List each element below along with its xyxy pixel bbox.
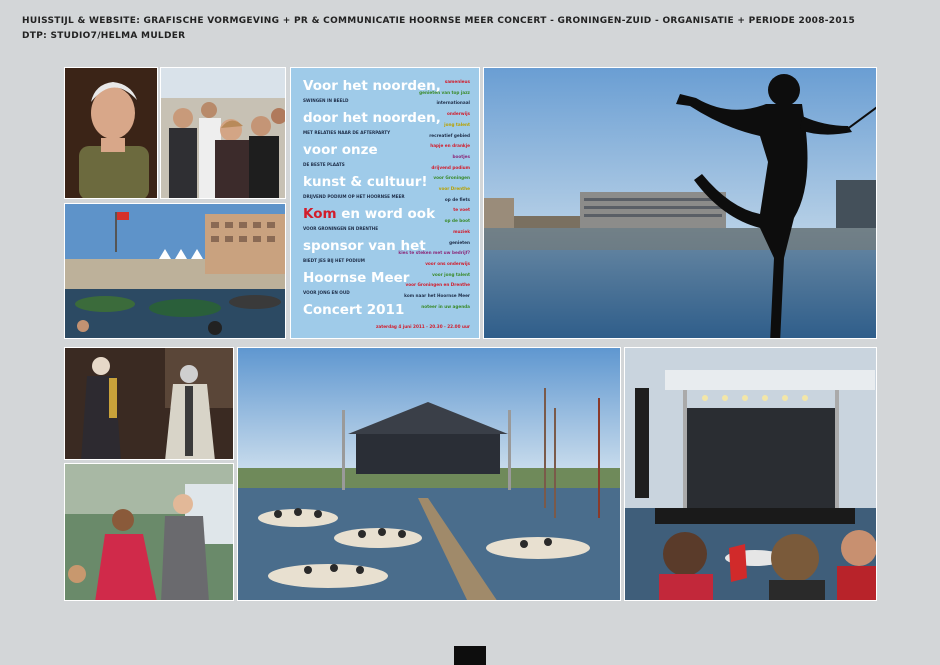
poster-keyword: te voet <box>453 207 470 213</box>
poster-keyword: genieten van top jazz <box>419 89 470 95</box>
poster-keyword: internationaal <box>436 100 470 106</box>
poster-subline-1: SWINGEN IN BEELD <box>303 98 349 103</box>
poster-subline-2: MET RELATIES NAAR DE AFTERPARTY <box>303 130 391 135</box>
sponsor-poster: Voor het noorden, SWINGEN IN BEELD door … <box>290 67 480 339</box>
poster-keyword: recreatief gebied <box>429 132 470 138</box>
floating-stage-image <box>238 348 620 600</box>
header-title: HUISSTIJL & WEBSITE: GRAFISCHE VORMGEVIN… <box>22 16 856 26</box>
photo-dancers <box>64 463 234 601</box>
poster-keyword: hapje en drankje <box>430 143 470 149</box>
poster-line-3: voor onze <box>303 142 378 158</box>
photo-crowd <box>160 67 286 199</box>
poster-keyword: voor ons onderwijs <box>425 260 470 266</box>
photo-lake-conductor <box>483 67 877 339</box>
dancers-image <box>65 464 233 600</box>
photo-harbour-boats <box>64 203 286 339</box>
poster-keyword: op de fiets <box>444 196 470 202</box>
crowd-image <box>161 68 285 198</box>
poster-kom-word: Kom <box>303 206 337 222</box>
poster-keyword: noteer in uw agenda <box>421 303 470 309</box>
poster-keyword: onderwijs <box>447 111 470 117</box>
lake-image <box>484 68 876 338</box>
poster-keyword: voor Drenthe <box>438 186 470 191</box>
poster-keyword: op de boot <box>444 218 470 224</box>
poster-keyword: kom naar het Hoornse Meer <box>404 293 470 298</box>
poster-subline-4: DRIJVEND PODIUM OP HET HOORNSE MEER <box>303 194 405 199</box>
poster-keyword: drijvend podium <box>431 164 470 170</box>
harbour-image <box>65 204 285 338</box>
photo-man-portrait <box>64 67 158 199</box>
stage-audience-image <box>625 348 876 600</box>
photo-stage-audience <box>624 347 877 601</box>
poster-line-4: kunst & cultuur! <box>303 174 428 190</box>
man-portrait-image <box>65 68 157 198</box>
poster-keyword: voor Groningen en Drenthe <box>405 282 470 288</box>
photo-singers <box>64 347 234 460</box>
poster-keyword: voor jong talent <box>432 271 470 277</box>
poster-line-5: Kom en word ook <box>303 206 435 222</box>
poster-keyword: voor Groningen <box>433 175 470 181</box>
poster-subline-7: VOOR JONG EN OUD <box>303 290 350 295</box>
poster-keyword: jong talent <box>444 121 470 127</box>
photo-floating-stage <box>237 347 621 601</box>
poster-subline-3: DE BESTE PLAATS <box>303 162 345 167</box>
poster-keyword: genieten <box>449 239 470 245</box>
poster-subline-5: VOOR GRONINGEN EN DRENTHE <box>303 226 379 231</box>
poster-date: zaterdag 4 juni 2011 - 20.30 - 22.00 uur <box>375 324 470 329</box>
poster-keyword: samenleus <box>444 79 470 84</box>
poster-keyword: bootjes <box>452 153 470 159</box>
page-header: HUISSTIJL & WEBSITE: GRAFISCHE VORMGEVIN… <box>22 14 855 44</box>
poster-subline-6: BIEDT JES BIJ HET PODIUM <box>303 258 365 263</box>
poster-keyword: muziek <box>453 228 470 234</box>
poster-word-ook: en word ook <box>341 206 436 222</box>
singers-image <box>65 348 233 459</box>
page-footer-tab <box>454 646 486 665</box>
poster-line-8: Concert 2011 <box>303 302 405 318</box>
header-credit: DTP: STUDIO7/HELMA MULDER <box>22 31 186 41</box>
poster-line-7: Hoornse Meer <box>303 270 410 286</box>
poster-line-2: door het noorden, <box>303 110 441 126</box>
poster-keyword: kies te steken met uw bedrijf? <box>398 250 470 256</box>
